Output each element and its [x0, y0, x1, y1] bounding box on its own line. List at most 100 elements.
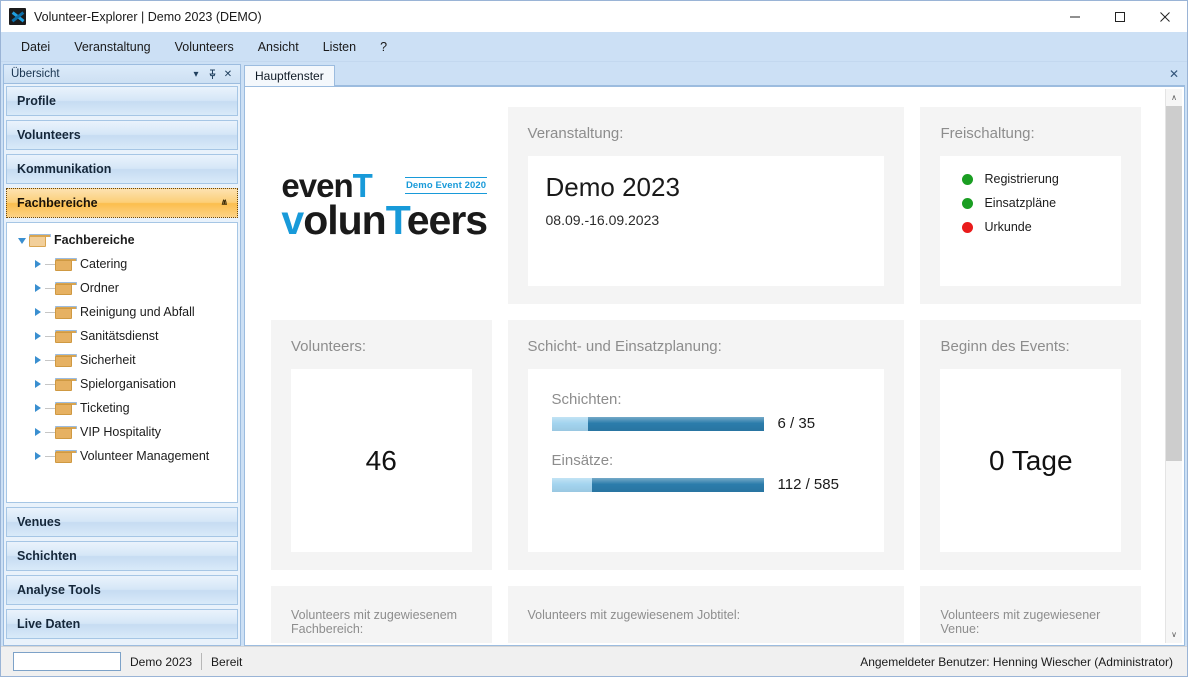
- status-dot-green: [962, 198, 973, 209]
- folder-icon: [55, 378, 72, 391]
- tree-root-label: Fachbereiche: [54, 233, 135, 247]
- planning-card-title: Schicht- und Einsatzplanung:: [528, 338, 885, 355]
- menu-bar: Datei Veranstaltung Volunteers Ansicht L…: [1, 32, 1187, 62]
- progress-bar-schichten: [552, 417, 764, 431]
- expander-right-icon[interactable]: [31, 332, 45, 340]
- event-date-range: 08.09.-16.09.2023: [546, 212, 867, 228]
- tree-item-ticketing[interactable]: Ticketing: [7, 396, 237, 420]
- event-volunteers-logo: evenT volunTeers Demo Event 2020: [275, 171, 487, 239]
- accordion-profile-label: Profile: [17, 94, 227, 108]
- application-window: Volunteer-Explorer | Demo 2023 (DEMO) Da…: [0, 0, 1188, 677]
- tree-item-label: Ordner: [80, 281, 119, 295]
- dock-content: Profile ⱟ Volunteers ⱟ Kommunikation ⱟ F…: [3, 84, 241, 646]
- folder-icon: [55, 282, 72, 295]
- scroll-up-icon[interactable]: ∧: [1166, 89, 1182, 106]
- minimize-button[interactable]: [1052, 1, 1097, 32]
- tree-item-ordner[interactable]: Ordner: [7, 276, 237, 300]
- volunteers-card-title: Volunteers:: [291, 338, 472, 355]
- accordion-analyse-tools[interactable]: Analyse Tools ⱟ: [6, 575, 238, 605]
- event-start-card: Beginn des Events: 0 Tage: [920, 320, 1141, 570]
- fachbereiche-tree: Fachbereiche Catering Ordner: [6, 222, 238, 503]
- folder-icon: [55, 354, 72, 367]
- tree-item-volunteer-management[interactable]: Volunteer Management: [7, 444, 237, 468]
- expander-down-icon[interactable]: [15, 236, 29, 244]
- bottom-card-fachbereich: Volunteers mit zugewiesenem Fachbereich:: [271, 586, 492, 643]
- tree-item-label: VIP Hospitality: [80, 425, 161, 439]
- bottom-card-title: Volunteers mit zugewiesenem Fachbereich:: [291, 608, 472, 636]
- accordion-fachbereiche[interactable]: Fachbereiche ⱞ: [6, 188, 238, 218]
- expander-right-icon[interactable]: [31, 308, 45, 316]
- status-label: Registrierung: [984, 172, 1058, 186]
- status-user: Angemeldeter Benutzer: Henning Wiescher …: [860, 655, 1181, 669]
- accordion-schichten-label: Schichten: [17, 549, 227, 563]
- accordion-live-daten[interactable]: Live Daten ⱟ: [6, 609, 238, 639]
- logo-line2-d: eers: [407, 197, 487, 243]
- maximize-button[interactable]: [1097, 1, 1142, 32]
- scrollbar-thumb[interactable]: [1166, 106, 1182, 461]
- logo-line2-a: v: [281, 197, 303, 243]
- vertical-scrollbar[interactable]: ∧ ∨: [1165, 89, 1182, 643]
- status-bar: Demo 2023 Bereit Angemeldeter Benutzer: …: [1, 646, 1187, 676]
- expander-right-icon[interactable]: [31, 260, 45, 268]
- planning-value: 112 / 585: [778, 476, 839, 493]
- dock-title: Übersicht: [8, 68, 188, 80]
- status-label: Einsatzpläne: [984, 196, 1056, 210]
- accordion-kommunikation-label: Kommunikation: [17, 162, 227, 176]
- event-start-card-title: Beginn des Events:: [940, 338, 1121, 355]
- status-dot-red: [962, 222, 973, 233]
- menu-item-ansicht[interactable]: Ansicht: [246, 35, 311, 59]
- tree-item-spielorganisation[interactable]: Spielorganisation: [7, 372, 237, 396]
- logo-line2-b: olun: [303, 197, 386, 243]
- planning-label: Schichten:: [552, 391, 861, 408]
- event-start-card-body: 0 Tage: [940, 369, 1121, 552]
- status-divider: [201, 653, 202, 670]
- scrollbar-track[interactable]: [1166, 106, 1182, 626]
- accordion-volunteers[interactable]: Volunteers ⱟ: [6, 120, 238, 150]
- accordion-profile[interactable]: Profile ⱟ: [6, 86, 238, 116]
- tree-root-fachbereiche[interactable]: Fachbereiche: [7, 228, 237, 252]
- tab-close-icon[interactable]: ✕: [1167, 67, 1181, 81]
- window-title: Volunteer-Explorer | Demo 2023 (DEMO): [34, 10, 262, 24]
- planning-value: 6 / 35: [778, 415, 816, 432]
- tree-item-reinigung-und-abfall[interactable]: Reinigung und Abfall: [7, 300, 237, 324]
- close-icon[interactable]: ✕: [220, 66, 236, 82]
- logo-event-badge: Demo Event 2020: [405, 177, 487, 194]
- expander-right-icon[interactable]: [31, 428, 45, 436]
- expander-right-icon[interactable]: [31, 404, 45, 412]
- accordion-analyse-tools-label: Analyse Tools: [17, 583, 227, 597]
- dashboard-grid: evenT volunTeers Demo Event 2020 Veranst…: [247, 89, 1165, 643]
- tree-item-label: Reinigung und Abfall: [80, 305, 195, 319]
- chevron-down-icon[interactable]: ▾: [188, 66, 204, 82]
- title-bar: Volunteer-Explorer | Demo 2023 (DEMO): [1, 1, 1187, 32]
- tree-item-label: Spielorganisation: [80, 377, 176, 391]
- menu-item-listen[interactable]: Listen: [311, 35, 368, 59]
- event-card-title: Veranstaltung:: [528, 125, 885, 142]
- expander-right-icon[interactable]: [31, 452, 45, 460]
- app-icon: [9, 8, 26, 25]
- logo-line-2: volunTeers: [281, 202, 487, 240]
- tab-hauptfenster[interactable]: Hauptfenster: [244, 65, 335, 86]
- expander-right-icon[interactable]: [31, 380, 45, 388]
- tree-item-sanitaetsdienst[interactable]: Sanitätsdienst: [7, 324, 237, 348]
- accordion-kommunikation[interactable]: Kommunikation ⱟ: [6, 154, 238, 184]
- status-row-registrierung: Registrierung: [962, 172, 1099, 186]
- menu-item-veranstaltung[interactable]: Veranstaltung: [62, 35, 162, 59]
- accordion-venues[interactable]: Venues ⱟ: [6, 507, 238, 537]
- expander-right-icon[interactable]: [31, 356, 45, 364]
- scroll-down-icon[interactable]: ∨: [1166, 626, 1182, 643]
- tree-item-vip-hospitality[interactable]: VIP Hospitality: [7, 420, 237, 444]
- tree-item-catering[interactable]: Catering: [7, 252, 237, 276]
- status-search-input[interactable]: [13, 652, 121, 671]
- close-button[interactable]: [1142, 1, 1187, 32]
- bottom-card-title: Volunteers mit zugewiesenem Jobtitel:: [528, 608, 885, 622]
- tree-item-sicherheit[interactable]: Sicherheit: [7, 348, 237, 372]
- menu-item-help[interactable]: ?: [368, 35, 399, 59]
- pin-icon[interactable]: [204, 66, 220, 82]
- expander-right-icon[interactable]: [31, 284, 45, 292]
- tree-item-label: Sanitätsdienst: [80, 329, 159, 343]
- menu-item-datei[interactable]: Datei: [9, 35, 62, 59]
- folder-open-icon: [29, 234, 46, 247]
- accordion-schichten[interactable]: Schichten ⱟ: [6, 541, 238, 571]
- status-event-name: Demo 2023: [130, 655, 192, 669]
- menu-item-volunteers[interactable]: Volunteers: [163, 35, 246, 59]
